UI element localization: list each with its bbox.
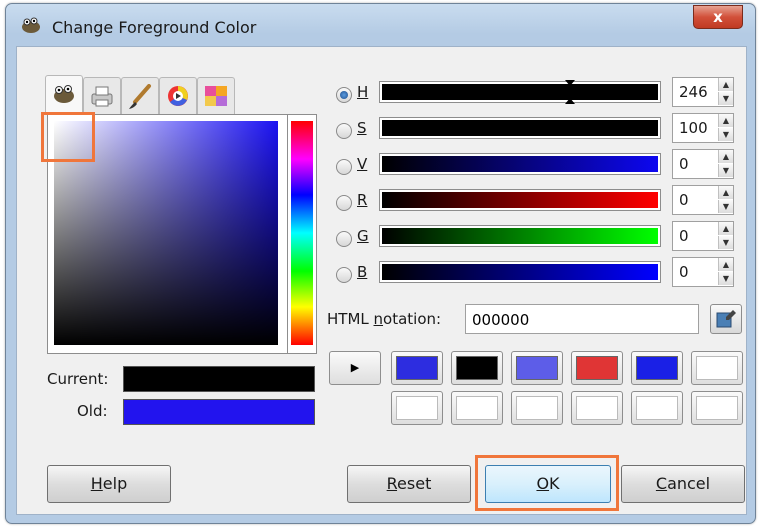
tab-watercolor[interactable]: [121, 77, 159, 114]
sv-cursor-highlight: [41, 112, 95, 162]
history-color-6[interactable]: [691, 351, 743, 385]
color-picker-button[interactable]: [710, 304, 742, 334]
window-title: Change Foreground Color: [52, 18, 257, 37]
slider-r[interactable]: [379, 189, 661, 211]
history-color-5[interactable]: [631, 351, 683, 385]
spin-v-up-icon[interactable]: ▲: [718, 150, 733, 163]
radio-s[interactable]: [336, 123, 352, 139]
radio-g[interactable]: [336, 231, 352, 247]
cancel-button[interactable]: Cancel: [621, 465, 745, 503]
radio-r[interactable]: [336, 195, 352, 211]
channel-label-b: B: [357, 263, 368, 281]
channel-label-s: S: [357, 119, 367, 137]
slider-g[interactable]: [379, 225, 661, 247]
channel-label-v: V: [357, 155, 368, 173]
slider-h-handle-icon[interactable]: [564, 80, 576, 104]
close-icon: x: [713, 8, 723, 26]
spin-s-up-icon[interactable]: ▲: [718, 114, 733, 127]
eyedropper-icon: [716, 310, 736, 328]
channel-label-g: G: [357, 227, 369, 245]
channel-label-h: H: [357, 83, 369, 101]
close-button[interactable]: x: [693, 5, 743, 29]
spin-b-value[interactable]: 0: [679, 263, 689, 281]
add-to-history-button[interactable]: ▶: [329, 351, 381, 385]
spin-b[interactable]: 0 ▲ ▼: [672, 257, 734, 287]
ok-highlight: [475, 455, 619, 511]
spin-r-down-icon[interactable]: ▼: [718, 200, 733, 213]
palette-scales-icon: [205, 86, 227, 106]
current-color-swatch: [123, 366, 315, 392]
history-color-3[interactable]: [511, 351, 563, 385]
spin-h[interactable]: 246 ▲ ▼: [672, 77, 734, 107]
history-color-2[interactable]: [451, 351, 503, 385]
spin-g[interactable]: 0 ▲ ▼: [672, 221, 734, 251]
html-notation-input[interactable]: 000000: [465, 304, 699, 334]
reset-button[interactable]: Reset: [347, 465, 471, 503]
html-notation-label: HTML notation:: [327, 310, 442, 328]
color-wheel-icon: [168, 86, 188, 106]
spin-h-value[interactable]: 246: [679, 83, 708, 101]
help-button[interactable]: Help: [47, 465, 171, 503]
hue-strip-frame: [287, 114, 317, 354]
spin-v[interactable]: 0 ▲ ▼: [672, 149, 734, 179]
old-label: Old:: [77, 402, 108, 420]
spin-g-value[interactable]: 0: [679, 227, 689, 245]
history-color-4[interactable]: [571, 351, 623, 385]
dialog-window: Change Foreground Color x Current: Old: …: [5, 3, 756, 524]
spin-r-up-icon[interactable]: ▲: [718, 186, 733, 199]
radio-h[interactable]: [336, 87, 352, 103]
spin-g-down-icon[interactable]: ▼: [718, 236, 733, 249]
spin-v-value[interactable]: 0: [679, 155, 689, 173]
tab-scales[interactable]: [197, 77, 235, 114]
spin-r-value[interactable]: 0: [679, 191, 689, 209]
spin-s-value[interactable]: 100: [679, 119, 708, 137]
tab-color-wheel[interactable]: [159, 77, 197, 114]
title-bar[interactable]: Change Foreground Color x: [6, 4, 755, 44]
spin-h-up-icon[interactable]: ▲: [718, 78, 733, 91]
slider-h[interactable]: [379, 80, 661, 104]
watercolor-brush-icon: [129, 84, 151, 109]
history-color-1[interactable]: [391, 351, 443, 385]
spin-v-down-icon[interactable]: ▼: [718, 164, 733, 177]
play-arrow-icon: ▶: [350, 361, 360, 374]
gimp-app-icon: [22, 17, 40, 33]
history-color-9[interactable]: [511, 391, 563, 425]
html-notation-value[interactable]: 000000: [472, 311, 529, 329]
radio-b[interactable]: [336, 267, 352, 283]
gimp-selector-icon: [54, 85, 74, 103]
history-color-10[interactable]: [571, 391, 623, 425]
radio-v[interactable]: [336, 159, 352, 175]
spin-h-down-icon[interactable]: ▼: [718, 92, 733, 105]
tab-gimp-selector[interactable]: [45, 75, 83, 114]
spin-s-down-icon[interactable]: ▼: [718, 128, 733, 141]
history-color-8[interactable]: [451, 391, 503, 425]
slider-s[interactable]: [379, 117, 661, 139]
old-color-swatch[interactable]: [123, 399, 315, 425]
history-color-12[interactable]: [691, 391, 743, 425]
tab-cmyk[interactable]: [83, 77, 121, 114]
history-color-7[interactable]: [391, 391, 443, 425]
slider-v[interactable]: [379, 153, 661, 175]
spin-s[interactable]: 100 ▲ ▼: [672, 113, 734, 143]
history-color-11[interactable]: [631, 391, 683, 425]
channel-label-r: R: [357, 191, 368, 209]
spin-b-down-icon[interactable]: ▼: [718, 272, 733, 285]
spin-r[interactable]: 0 ▲ ▼: [672, 185, 734, 215]
slider-b[interactable]: [379, 261, 661, 283]
dialog-content: Current: Old: H 246 ▲ ▼ S 100 ▲ ▼ V 0 ▲ …: [16, 46, 747, 515]
cmyk-printer-icon: [91, 86, 113, 107]
hue-strip[interactable]: [291, 121, 313, 345]
spin-g-up-icon[interactable]: ▲: [718, 222, 733, 235]
current-label: Current:: [47, 370, 109, 388]
spin-b-up-icon[interactable]: ▲: [718, 258, 733, 271]
